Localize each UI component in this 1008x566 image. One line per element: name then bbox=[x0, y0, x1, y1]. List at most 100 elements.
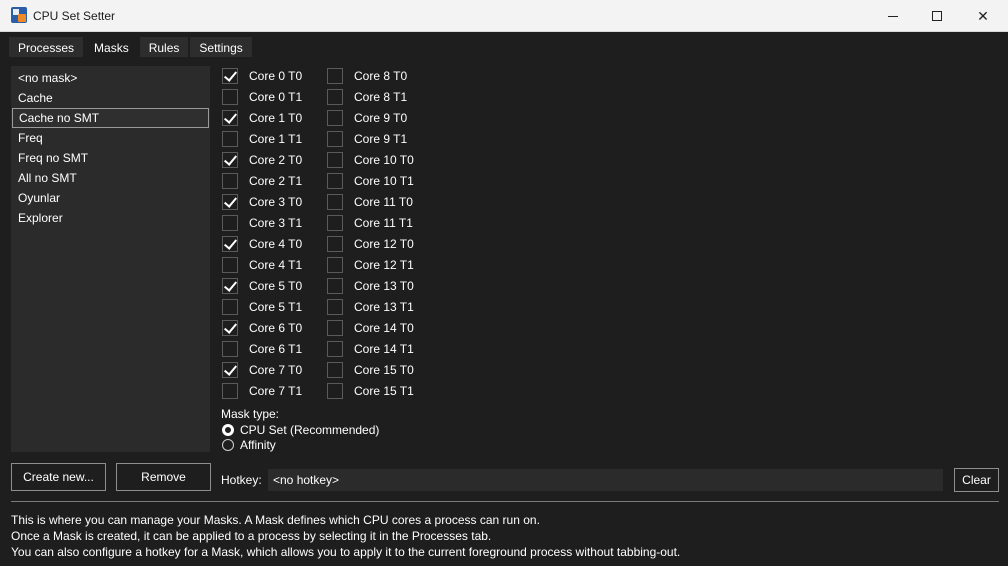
checkbox[interactable] bbox=[222, 298, 238, 315]
core-0-t0-checkbox-row[interactable]: Core 0 T0 bbox=[222, 65, 302, 86]
core-10-t1-checkbox-row[interactable]: Core 10 T1 bbox=[327, 170, 414, 191]
checkbox[interactable] bbox=[222, 172, 238, 189]
tab-bar: Processes Masks Rules Settings bbox=[8, 36, 253, 58]
mask-item-oyunlar[interactable]: Oyunlar bbox=[11, 188, 210, 208]
core-13-t1-checkbox-row[interactable]: Core 13 T1 bbox=[327, 296, 414, 317]
checkbox-label: Core 3 T1 bbox=[249, 215, 303, 230]
clear-button[interactable]: Clear bbox=[954, 468, 999, 492]
core-14-t1-checkbox-row[interactable]: Core 14 T1 bbox=[327, 338, 414, 359]
checkbox[interactable] bbox=[222, 88, 238, 105]
mask-item-freq-no-smt[interactable]: Freq no SMT bbox=[11, 148, 210, 168]
checkbox[interactable] bbox=[327, 88, 343, 105]
create-new-button[interactable]: Create new... bbox=[11, 463, 106, 491]
checkbox[interactable] bbox=[327, 277, 343, 294]
mask-item-freq[interactable]: Freq bbox=[11, 128, 210, 148]
checkbox[interactable] bbox=[327, 340, 343, 357]
checkbox-label: Core 0 T0 bbox=[249, 68, 303, 83]
maximize-button[interactable] bbox=[914, 0, 960, 32]
help-line-1: This is where you can manage your Masks.… bbox=[11, 513, 540, 527]
checkbox[interactable] bbox=[327, 130, 343, 147]
hotkey-input[interactable]: <no hotkey> bbox=[268, 469, 943, 491]
core-4-t1-checkbox-row[interactable]: Core 4 T1 bbox=[222, 254, 302, 275]
checkbox[interactable] bbox=[222, 109, 238, 126]
mask-item-explorer[interactable]: Explorer bbox=[11, 208, 210, 228]
checkbox[interactable] bbox=[327, 151, 343, 168]
mask-item-cache[interactable]: Cache bbox=[11, 88, 210, 108]
checkbox[interactable] bbox=[327, 235, 343, 252]
core-9-t0-checkbox-row[interactable]: Core 9 T0 bbox=[327, 107, 407, 128]
core-2-t1-checkbox-row[interactable]: Core 2 T1 bbox=[222, 170, 302, 191]
checkbox[interactable] bbox=[222, 319, 238, 336]
checkbox[interactable] bbox=[222, 214, 238, 231]
core-11-t0-checkbox-row[interactable]: Core 11 T0 bbox=[327, 191, 413, 212]
checkbox[interactable] bbox=[327, 382, 343, 399]
core-5-t0-checkbox-row[interactable]: Core 5 T0 bbox=[222, 275, 302, 296]
core-12-t1-checkbox-row[interactable]: Core 12 T1 bbox=[327, 254, 414, 275]
core-6-t1-checkbox-row[interactable]: Core 6 T1 bbox=[222, 338, 302, 359]
tab-masks[interactable]: Masks bbox=[84, 36, 139, 58]
checkbox[interactable] bbox=[327, 172, 343, 189]
tab-rules[interactable]: Rules bbox=[138, 36, 190, 58]
core-4-t0-checkbox-row[interactable]: Core 4 T0 bbox=[222, 233, 302, 254]
checkbox[interactable] bbox=[222, 235, 238, 252]
core-1-t0-checkbox-row[interactable]: Core 1 T0 bbox=[222, 107, 302, 128]
core-12-t0-checkbox-row[interactable]: Core 12 T0 bbox=[327, 233, 414, 254]
tab-settings[interactable]: Settings bbox=[189, 36, 253, 58]
core-3-t1-checkbox-row[interactable]: Core 3 T1 bbox=[222, 212, 302, 233]
close-button[interactable]: ✕ bbox=[960, 0, 1006, 32]
checkbox[interactable] bbox=[222, 67, 238, 84]
mask-item-all-no-smt[interactable]: All no SMT bbox=[11, 168, 210, 188]
checkbox[interactable] bbox=[222, 382, 238, 399]
checkbox[interactable] bbox=[327, 193, 343, 210]
remove-button[interactable]: Remove bbox=[116, 463, 211, 491]
checkbox-label: Core 0 T1 bbox=[249, 89, 303, 104]
checkbox[interactable] bbox=[327, 298, 343, 315]
checkbox[interactable] bbox=[327, 67, 343, 84]
mask-list[interactable]: <no mask> Cache Cache no SMT Freq Freq n… bbox=[11, 66, 210, 452]
core-5-t1-checkbox-row[interactable]: Core 5 T1 bbox=[222, 296, 302, 317]
radio-affinity-label: Affinity bbox=[240, 438, 276, 452]
checkbox[interactable] bbox=[327, 256, 343, 273]
core-8-t1-checkbox-row[interactable]: Core 8 T1 bbox=[327, 86, 407, 107]
radio-affinity[interactable]: Affinity bbox=[222, 438, 276, 452]
tab-processes[interactable]: Processes bbox=[8, 36, 85, 58]
core-6-t0-checkbox-row[interactable]: Core 6 T0 bbox=[222, 317, 302, 338]
minimize-button[interactable] bbox=[870, 0, 916, 32]
checkbox-label: Core 11 T1 bbox=[354, 215, 413, 230]
checkbox-label: Core 15 T0 bbox=[354, 362, 414, 377]
core-9-t1-checkbox-row[interactable]: Core 9 T1 bbox=[327, 128, 407, 149]
checkbox[interactable] bbox=[327, 361, 343, 378]
core-11-t1-checkbox-row[interactable]: Core 11 T1 bbox=[327, 212, 413, 233]
core-1-t1-checkbox-row[interactable]: Core 1 T1 bbox=[222, 128, 302, 149]
mask-item-no-mask[interactable]: <no mask> bbox=[11, 68, 210, 88]
core-13-t0-checkbox-row[interactable]: Core 13 T0 bbox=[327, 275, 414, 296]
core-10-t0-checkbox-row[interactable]: Core 10 T0 bbox=[327, 149, 414, 170]
radio-cpu-set[interactable]: CPU Set (Recommended) bbox=[222, 423, 379, 437]
core-7-t1-checkbox-row[interactable]: Core 7 T1 bbox=[222, 380, 302, 401]
core-3-t0-checkbox-row[interactable]: Core 3 T0 bbox=[222, 191, 302, 212]
checkbox-label: Core 8 T1 bbox=[354, 89, 408, 104]
core-2-t0-checkbox-row[interactable]: Core 2 T0 bbox=[222, 149, 302, 170]
core-14-t0-checkbox-row[interactable]: Core 14 T0 bbox=[327, 317, 414, 338]
checkbox-label: Core 2 T1 bbox=[249, 173, 303, 188]
core-0-t1-checkbox-row[interactable]: Core 0 T1 bbox=[222, 86, 302, 107]
checkbox[interactable] bbox=[327, 214, 343, 231]
checkbox-label: Core 5 T0 bbox=[249, 278, 303, 293]
core-8-t0-checkbox-row[interactable]: Core 8 T0 bbox=[327, 65, 407, 86]
checkbox[interactable] bbox=[222, 130, 238, 147]
divider bbox=[11, 501, 999, 502]
checkbox[interactable] bbox=[222, 277, 238, 294]
checkbox[interactable] bbox=[222, 361, 238, 378]
core-15-t0-checkbox-row[interactable]: Core 15 T0 bbox=[327, 359, 414, 380]
checkbox[interactable] bbox=[327, 109, 343, 126]
mask-item-cache-no-smt[interactable]: Cache no SMT bbox=[12, 108, 209, 128]
checkbox[interactable] bbox=[222, 340, 238, 357]
radio-cpu-set-indicator[interactable] bbox=[222, 424, 234, 436]
checkbox[interactable] bbox=[222, 193, 238, 210]
checkbox[interactable] bbox=[222, 151, 238, 168]
radio-affinity-indicator[interactable] bbox=[222, 439, 234, 451]
checkbox[interactable] bbox=[327, 319, 343, 336]
checkbox[interactable] bbox=[222, 256, 238, 273]
core-15-t1-checkbox-row[interactable]: Core 15 T1 bbox=[327, 380, 414, 401]
core-7-t0-checkbox-row[interactable]: Core 7 T0 bbox=[222, 359, 302, 380]
